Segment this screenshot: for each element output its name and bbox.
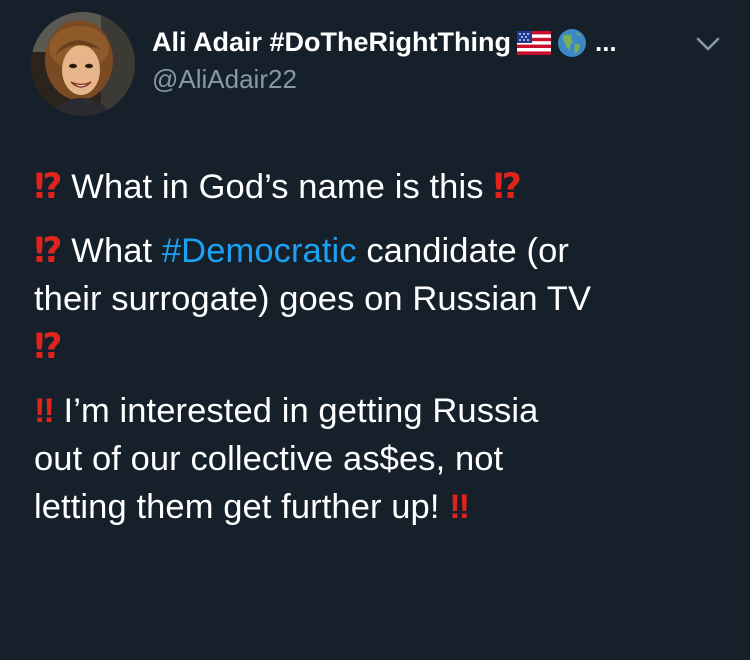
chevron-down-icon[interactable]: [694, 34, 722, 54]
text-line: ⁉ What in God’s name is this ⁉: [34, 163, 734, 211]
tweet-text-segment: What in God’s name is this: [61, 168, 494, 206]
tweet-text: ⁉ What in God’s name is this ⁉ ⁉ What #De…: [34, 163, 734, 547]
text-line: letting them get further up! ‼: [34, 483, 734, 531]
name-truncation: ...: [594, 27, 617, 57]
us-flag-emoji: [516, 30, 551, 55]
globe-americas-emoji: [557, 28, 587, 58]
double-exclamation-emoji: ‼: [34, 392, 55, 430]
double-exclamation-emoji: ‼: [449, 488, 470, 526]
tweet: Ali Adair #DoTheRightThing ... @AliAdair…: [0, 0, 750, 660]
tweet-text-segment: I’m interested in getting Russia: [53, 392, 539, 430]
author-name[interactable]: Ali Adair #DoTheRightThing: [152, 27, 511, 58]
text-line: ‼ I’m interested in getting Russia: [34, 387, 734, 435]
exclamation-question-emoji: ⁉: [34, 168, 63, 206]
avatar[interactable]: [31, 12, 135, 116]
tweet-text-segment: out of our collective as$es, not: [34, 440, 504, 478]
tweet-text-segment: letting them get further up!: [34, 488, 450, 526]
exclamation-question-emoji: ⁉: [34, 232, 63, 270]
tweet-paragraph: ⁉ What #Democratic candidate (or their su…: [34, 227, 734, 371]
text-line: ⁉ What #Democratic candidate (or: [34, 227, 734, 275]
text-line: their surrogate) goes on Russian TV: [34, 275, 734, 323]
author-handle[interactable]: @AliAdair22: [152, 64, 297, 95]
text-line: ⁉: [34, 323, 734, 371]
tweet-text-segment: candidate (or: [356, 232, 569, 270]
exclamation-question-emoji: ⁉: [493, 168, 522, 206]
author-name-row[interactable]: Ali Adair #DoTheRightThing ...: [152, 27, 617, 58]
tweet-paragraph: ⁉ What in God’s name is this ⁉: [34, 163, 734, 211]
hashtag-link[interactable]: #Democratic: [162, 232, 357, 270]
exclamation-question-emoji: ⁉: [34, 328, 63, 366]
tweet-text-segment: What: [61, 232, 162, 270]
tweet-text-segment: their surrogate) goes on Russian TV: [34, 280, 592, 318]
text-line: out of our collective as$es, not: [34, 435, 734, 483]
tweet-paragraph: ‼ I’m interested in getting Russia out of…: [34, 387, 734, 531]
